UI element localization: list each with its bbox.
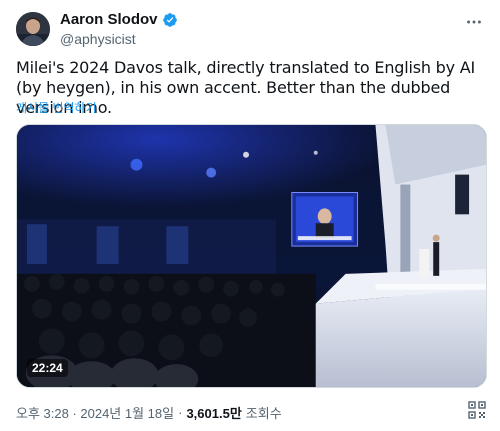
more-icon[interactable] [464,12,484,32]
author-handle[interactable]: @aphysicist [60,31,136,47]
avatar-photo-icon [16,12,50,46]
avatar[interactable] [16,12,50,46]
verified-badge-icon[interactable] [162,12,178,28]
qr-code-icon[interactable] [468,401,486,419]
video-duration-badge: 22:24 [27,359,68,377]
tweet-card: Aaron Slodov @aphysicist Milei's 2024 Da… [0,0,500,431]
tweet-meta: 오후 3:28 · 2024년 1월 18일 · 3,601.5만 조회수 [16,403,282,422]
views-count: 3,601.5만 [186,406,242,421]
video-player[interactable]: 22:24 [16,124,487,388]
views-label: 조회수 [245,406,282,421]
author-display-name[interactable]: Aaron Slodov [60,11,158,28]
translate-post-link[interactable]: 게시물 번역하기 [16,99,97,116]
meta-separator: · [178,405,183,420]
video-thumbnail [17,125,486,387]
tweet-timestamp[interactable]: 오후 3:28 · 2024년 1월 18일 [16,403,174,422]
author-name-row: Aaron Slodov [60,11,178,28]
